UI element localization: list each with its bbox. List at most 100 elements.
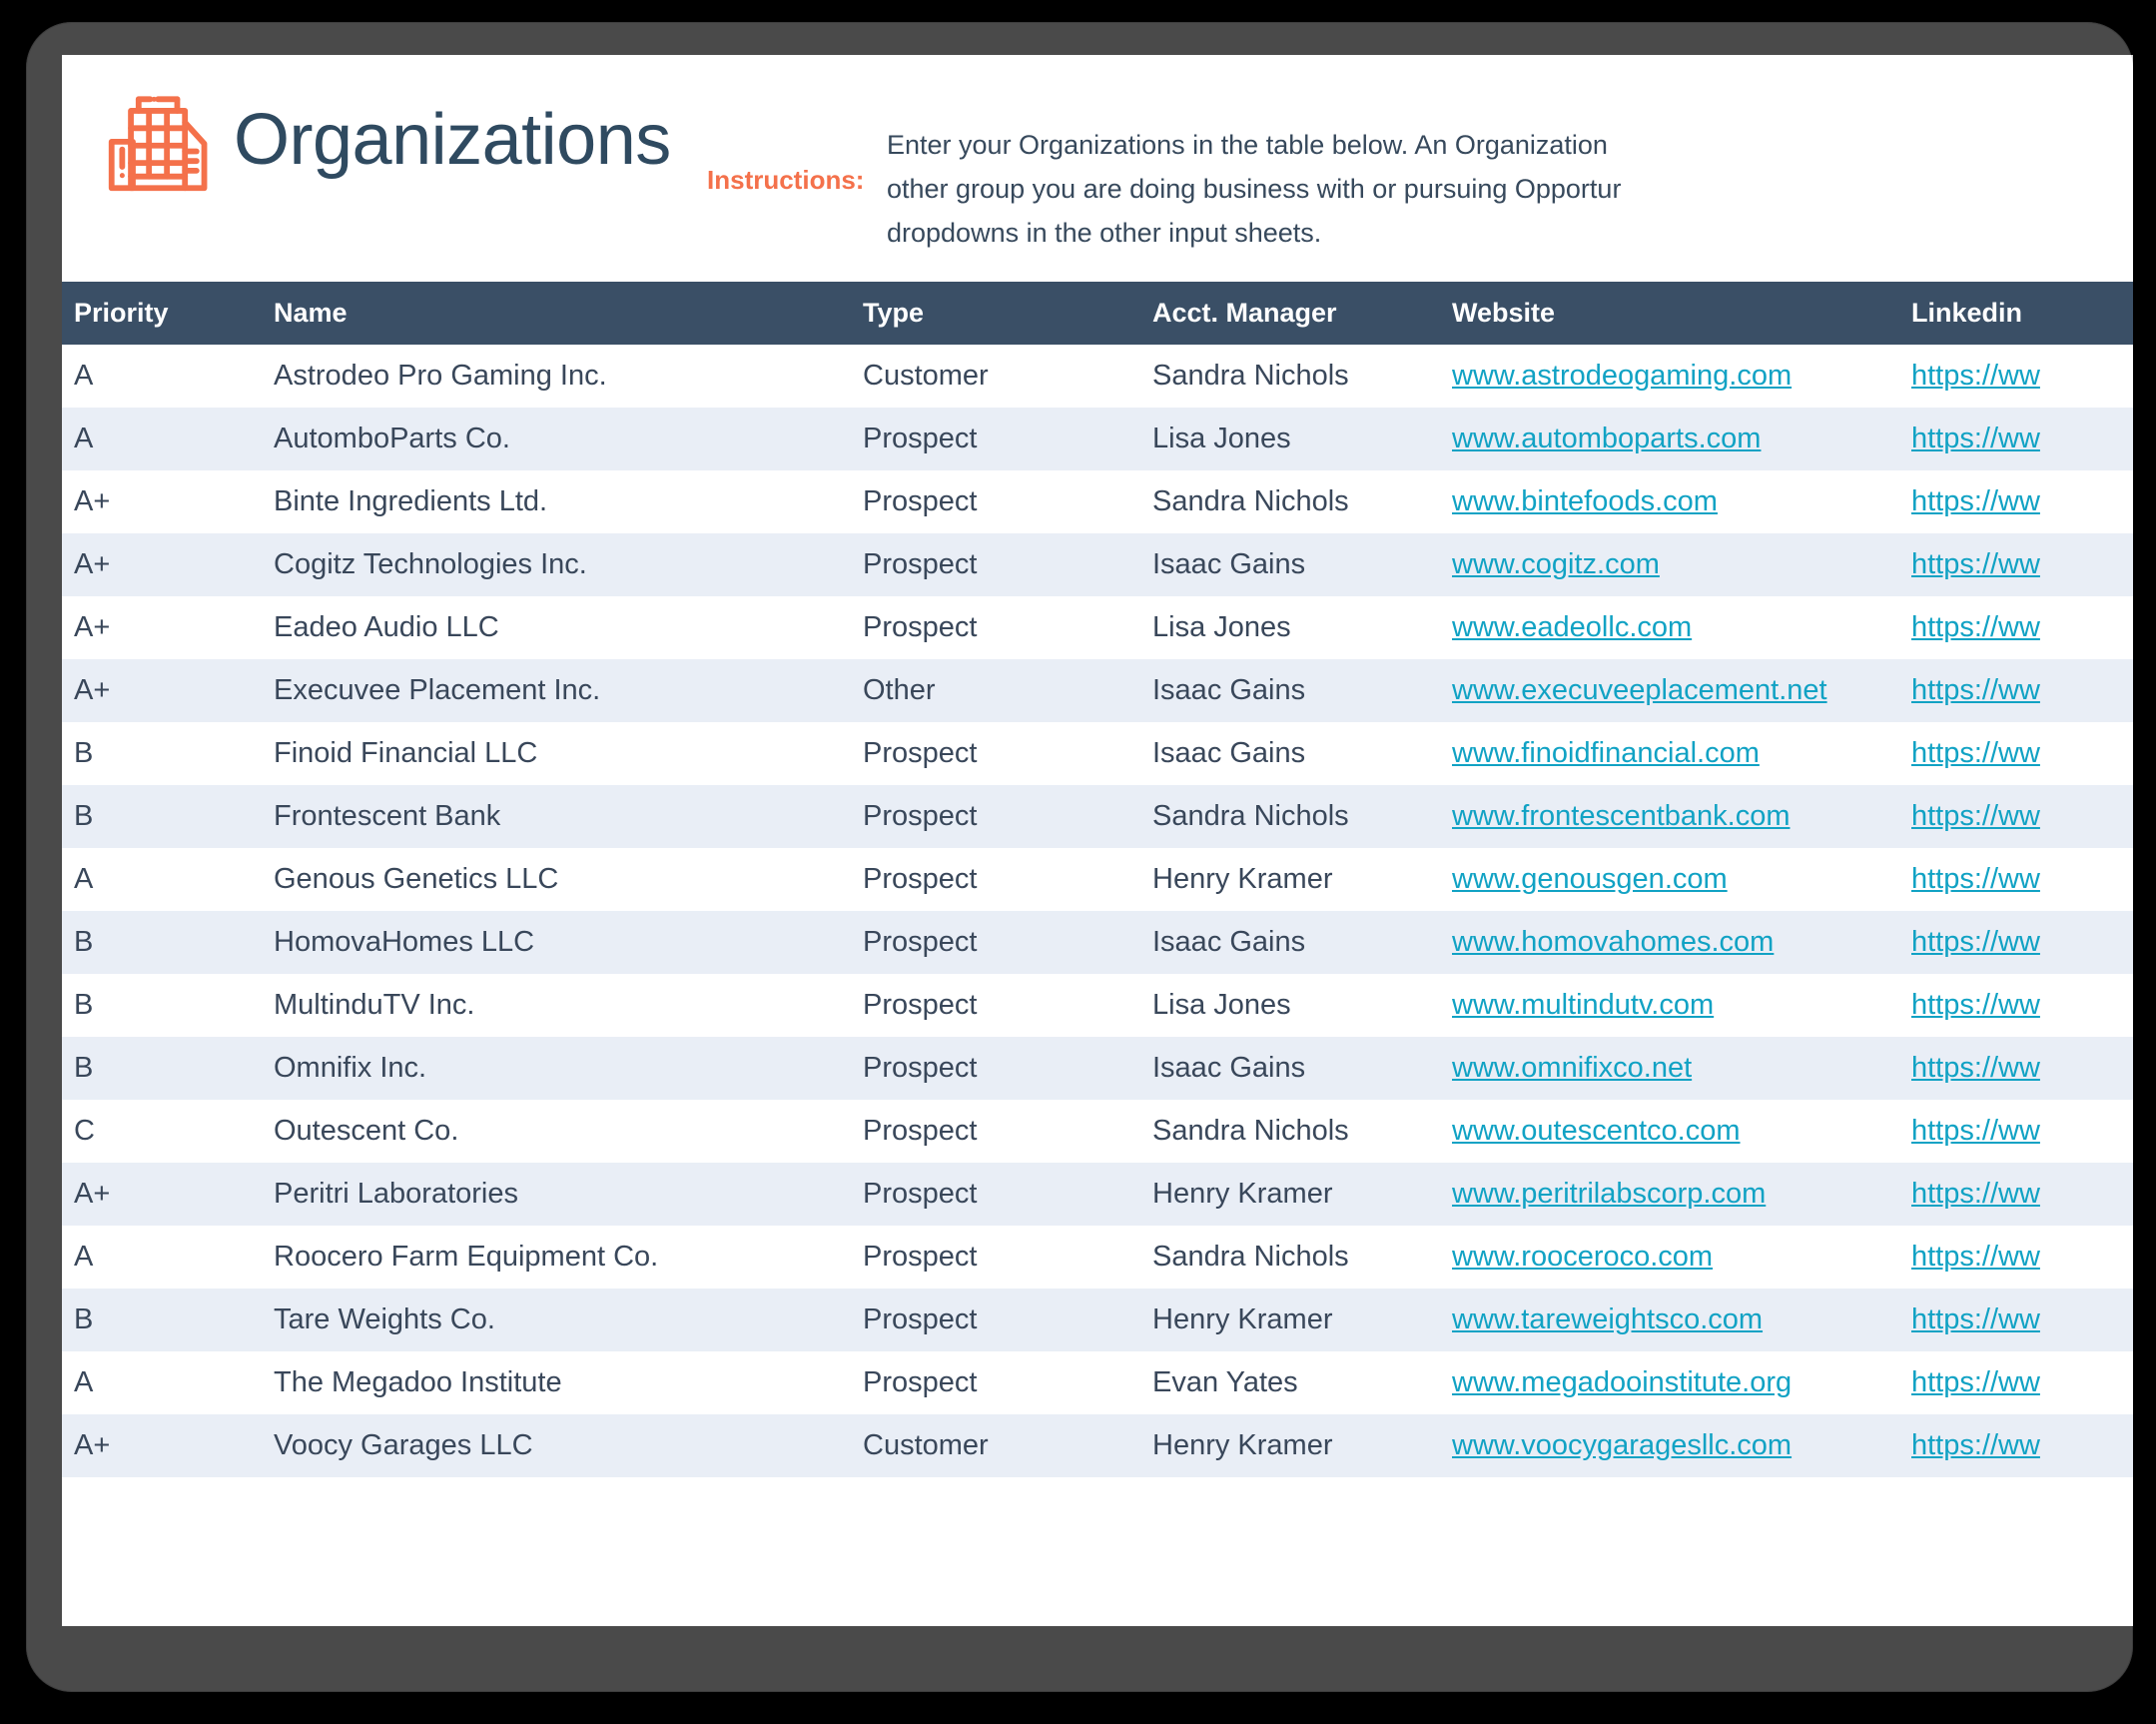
table-row[interactable]: A Astrodeo Pro Gaming Inc. Customer Sandra … — [62, 345, 2133, 408]
cell-website-link[interactable]: www.homovahomes.com — [1452, 926, 1774, 958]
cell-website-link[interactable]: www.bintefoods.com — [1452, 485, 1718, 517]
cell-priority: B — [74, 926, 94, 958]
cell-linkedin[interactable]: https://ww — [1899, 596, 2133, 659]
table-row[interactable]: B MultinduTV Inc. Prospect Lisa Jones www.mu… — [62, 974, 2133, 1037]
cell-website[interactable]: www.peritrilabscorp.com — [1440, 1163, 1899, 1226]
cell-linkedin[interactable]: https://ww — [1899, 722, 2133, 785]
cell-website[interactable]: www.finoidfinancial.com — [1440, 722, 1899, 785]
column-header-linkedin[interactable]: Linkedin — [1899, 282, 2133, 345]
cell-website[interactable]: www.voocygaragesllc.com — [1440, 1414, 1899, 1477]
cell-linkedin[interactable]: https://ww — [1899, 1289, 2133, 1351]
cell-linkedin-link[interactable]: https://ww — [1911, 737, 2040, 769]
table-row[interactable]: A Roocero Farm Equipment Co. Prospect Sandr… — [62, 1226, 2133, 1289]
cell-linkedin-link[interactable]: https://ww — [1911, 1303, 2040, 1335]
cell-website-link[interactable]: www.tareweightsco.com — [1452, 1303, 1763, 1335]
cell-website[interactable]: www.multindutv.com — [1440, 974, 1899, 1037]
cell-linkedin-link[interactable]: https://ww — [1911, 989, 2040, 1021]
cell-linkedin[interactable]: https://ww — [1899, 848, 2133, 911]
cell-linkedin[interactable]: https://ww — [1899, 1100, 2133, 1163]
table-row[interactable]: A+ Cogitz Technologies Inc. Prospect Isaac … — [62, 533, 2133, 596]
table-row[interactable]: A+ Binte Ingredients Ltd. Prospect Sandra N… — [62, 470, 2133, 533]
table-row[interactable]: B Omnifix Inc. Prospect Isaac Gains www.omni… — [62, 1037, 2133, 1100]
cell-name: Peritri Laboratories — [274, 1178, 518, 1210]
cell-linkedin[interactable]: https://ww — [1899, 1351, 2133, 1414]
cell-website-link[interactable]: www.execuveeplacement.net — [1452, 674, 1827, 706]
cell-linkedin[interactable]: https://ww — [1899, 533, 2133, 596]
cell-website[interactable]: www.outescentco.com — [1440, 1100, 1899, 1163]
cell-linkedin-link[interactable]: https://ww — [1911, 1429, 2040, 1461]
cell-linkedin[interactable]: https://ww — [1899, 1163, 2133, 1226]
column-header-type[interactable]: Type — [851, 282, 1140, 345]
table-row[interactable]: B Tare Weights Co. Prospect Henry Kramer www… — [62, 1289, 2133, 1351]
cell-linkedin-link[interactable]: https://ww — [1911, 1366, 2040, 1398]
cell-website-link[interactable]: www.omnifixco.net — [1452, 1052, 1692, 1084]
table-row[interactable]: C Outescent Co. Prospect Sandra Nichols www.… — [62, 1100, 2133, 1163]
cell-linkedin[interactable]: https://ww — [1899, 1414, 2133, 1477]
cell-website[interactable]: www.omnifixco.net — [1440, 1037, 1899, 1100]
table-row[interactable]: A The Megadoo Institute Prospect Evan Yates… — [62, 1351, 2133, 1414]
cell-website-link[interactable]: www.frontescentbank.com — [1452, 800, 1790, 832]
cell-linkedin-link[interactable]: https://ww — [1911, 485, 2040, 517]
column-header-name[interactable]: Name — [262, 282, 851, 345]
cell-linkedin-link[interactable]: https://ww — [1911, 423, 2040, 454]
cell-linkedin[interactable]: https://ww — [1899, 1037, 2133, 1100]
cell-linkedin-link[interactable]: https://ww — [1911, 1115, 2040, 1147]
cell-linkedin[interactable]: https://ww — [1899, 345, 2133, 408]
cell-linkedin[interactable]: https://ww — [1899, 785, 2133, 848]
cell-website-link[interactable]: www.megadooinstitute.org — [1452, 1366, 1792, 1398]
cell-linkedin-link[interactable]: https://ww — [1911, 863, 2040, 895]
cell-website-link[interactable]: www.outescentco.com — [1452, 1115, 1741, 1147]
table-row[interactable]: A AutomboParts Co. Prospect Lisa Jones www.a… — [62, 408, 2133, 470]
table-row[interactable]: B Finoid Financial LLC Prospect Isaac Gains… — [62, 722, 2133, 785]
cell-website[interactable]: www.frontescentbank.com — [1440, 785, 1899, 848]
cell-linkedin[interactable]: https://ww — [1899, 408, 2133, 470]
cell-website-link[interactable]: www.cogitz.com — [1452, 548, 1660, 580]
cell-website-link[interactable]: www.automboparts.com — [1452, 423, 1761, 454]
cell-linkedin[interactable]: https://ww — [1899, 1226, 2133, 1289]
cell-linkedin-link[interactable]: https://ww — [1911, 674, 2040, 706]
cell-website[interactable]: www.tareweightsco.com — [1440, 1289, 1899, 1351]
table-row[interactable]: A Genous Genetics LLC Prospect Henry Kramer… — [62, 848, 2133, 911]
cell-website-link[interactable]: www.multindutv.com — [1452, 989, 1714, 1021]
cell-website-link[interactable]: www.eadeollc.com — [1452, 611, 1692, 643]
cell-website[interactable]: www.execuveeplacement.net — [1440, 659, 1899, 722]
table-row[interactable]: B HomovaHomes LLC Prospect Isaac Gains www.h… — [62, 911, 2133, 974]
table-row[interactable]: A+ Eadeo Audio LLC Prospect Lisa Jones www.e… — [62, 596, 2133, 659]
cell-website[interactable]: www.megadooinstitute.org — [1440, 1351, 1899, 1414]
column-header-website[interactable]: Website — [1440, 282, 1899, 345]
cell-website[interactable]: www.automboparts.com — [1440, 408, 1899, 470]
cell-linkedin-link[interactable]: https://ww — [1911, 611, 2040, 643]
column-header-priority[interactable]: Priority — [62, 282, 262, 345]
cell-linkedin-link[interactable]: https://ww — [1911, 926, 2040, 958]
cell-website-link[interactable]: www.voocygaragesllc.com — [1452, 1429, 1792, 1461]
cell-website[interactable]: www.bintefoods.com — [1440, 470, 1899, 533]
cell-linkedin[interactable]: https://ww — [1899, 470, 2133, 533]
cell-linkedin-link[interactable]: https://ww — [1911, 548, 2040, 580]
cell-website[interactable]: www.cogitz.com — [1440, 533, 1899, 596]
cell-linkedin-link[interactable]: https://ww — [1911, 360, 2040, 392]
cell-website-link[interactable]: www.finoidfinancial.com — [1452, 737, 1760, 769]
cell-linkedin[interactable]: https://ww — [1899, 911, 2133, 974]
table-row[interactable]: A+ Peritri Laboratories Prospect Henry Kram… — [62, 1163, 2133, 1226]
cell-website-link[interactable]: www.astrodeogaming.com — [1452, 360, 1792, 392]
cell-linkedin[interactable]: https://ww — [1899, 974, 2133, 1037]
table-row[interactable]: A+ Execuvee Placement Inc. Other Isaac Gain… — [62, 659, 2133, 722]
cell-website[interactable]: www.astrodeogaming.com — [1440, 345, 1899, 408]
cell-linkedin-link[interactable]: https://ww — [1911, 1178, 2040, 1210]
cell-linkedin-link[interactable]: https://ww — [1911, 1241, 2040, 1273]
cell-manager: Henry Kramer — [1152, 1178, 1333, 1210]
table-row[interactable]: A+ Voocy Garages LLC Customer Henry Kramer w… — [62, 1414, 2133, 1477]
cell-website[interactable]: www.eadeollc.com — [1440, 596, 1899, 659]
cell-website-link[interactable]: www.rooceroco.com — [1452, 1241, 1713, 1273]
cell-website[interactable]: www.genousgen.com — [1440, 848, 1899, 911]
cell-linkedin[interactable]: https://ww — [1899, 659, 2133, 722]
cell-website[interactable]: www.rooceroco.com — [1440, 1226, 1899, 1289]
cell-type: Prospect — [863, 737, 978, 769]
cell-website-link[interactable]: www.peritrilabscorp.com — [1452, 1178, 1766, 1210]
cell-linkedin-link[interactable]: https://ww — [1911, 800, 2040, 832]
column-header-acct-manager[interactable]: Acct. Manager — [1140, 282, 1440, 345]
table-row[interactable]: B Frontescent Bank Prospect Sandra Nichols w… — [62, 785, 2133, 848]
cell-linkedin-link[interactable]: https://ww — [1911, 1052, 2040, 1084]
cell-website[interactable]: www.homovahomes.com — [1440, 911, 1899, 974]
cell-website-link[interactable]: www.genousgen.com — [1452, 863, 1728, 895]
